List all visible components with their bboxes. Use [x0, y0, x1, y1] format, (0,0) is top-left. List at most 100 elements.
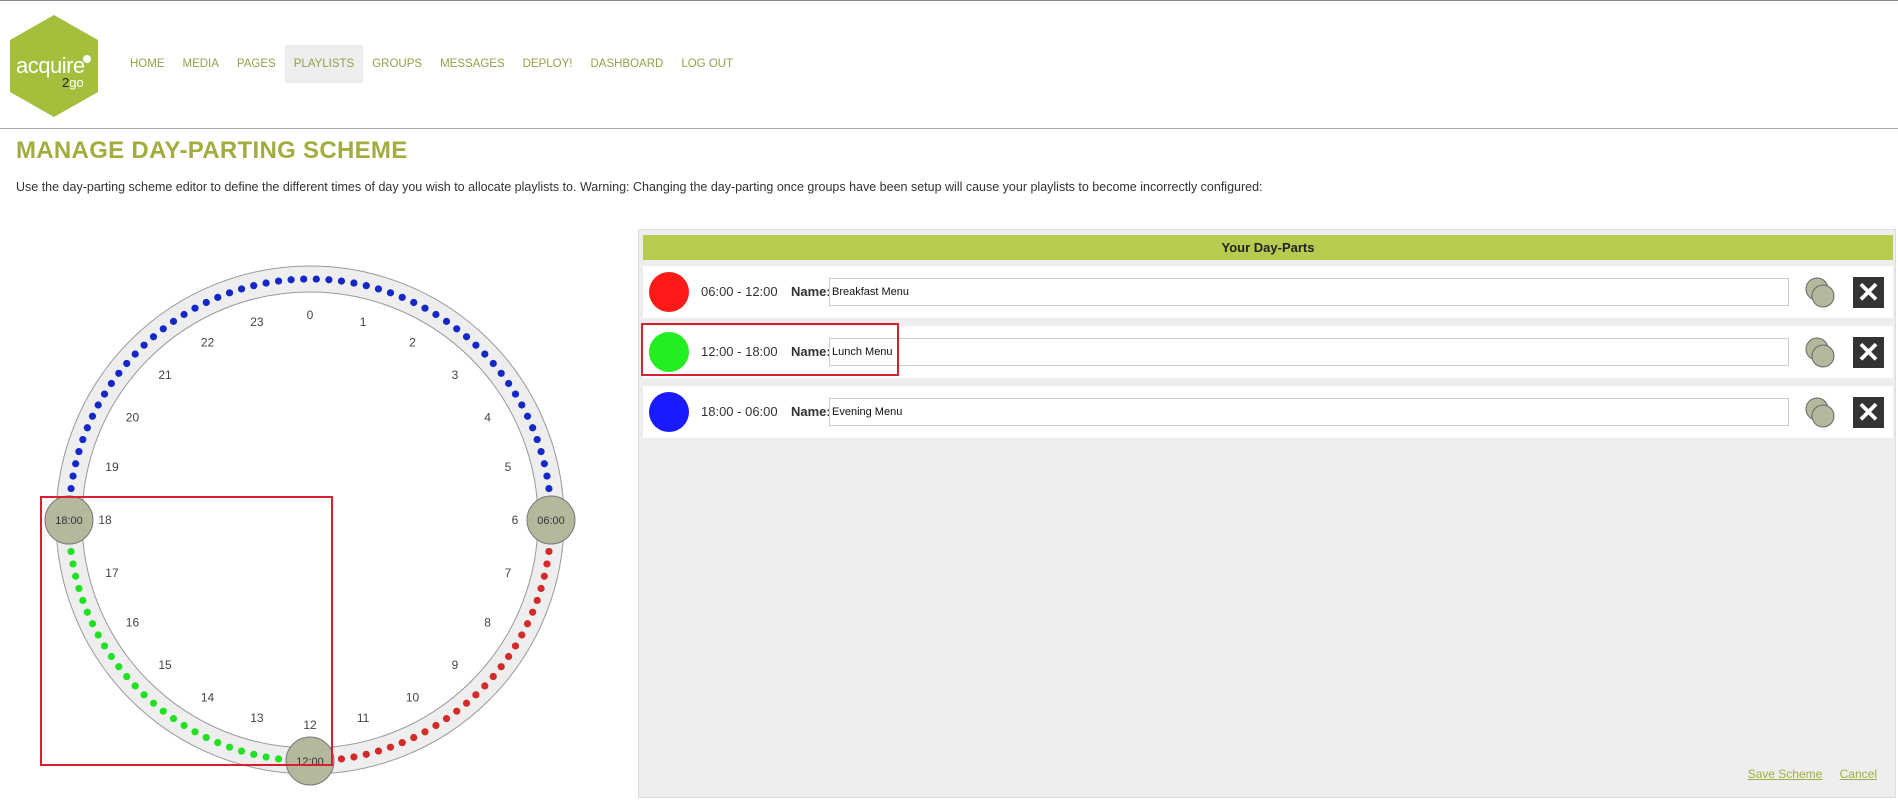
ring-dot	[374, 747, 383, 755]
day-part-name-input[interactable]	[829, 398, 1789, 426]
ring-dot	[374, 285, 383, 293]
day-part-time: 12:00 - 18:00	[701, 344, 778, 359]
name-label: Name:	[791, 284, 831, 299]
hour-label: 21	[158, 368, 172, 382]
ring-dot	[88, 412, 97, 420]
logo-sub-suffix: go	[69, 75, 84, 90]
day-part-name-input[interactable]	[829, 278, 1789, 306]
ring-dot	[149, 699, 158, 707]
ring-dot	[300, 275, 308, 283]
name-label: Name:	[791, 404, 831, 419]
delete-icon[interactable]: ✕	[1853, 337, 1884, 368]
ring-dot	[337, 755, 346, 763]
ring-dot	[518, 631, 526, 639]
ring-dot	[79, 596, 87, 605]
clock-dial: 0 123456789101112131415161718192021222306…	[44, 265, 576, 786]
ring-dot	[250, 750, 258, 758]
cancel-link[interactable]: Cancel	[1840, 767, 1877, 781]
ring-dot	[180, 310, 188, 319]
nav-deploy[interactable]: DEPLOY!	[514, 45, 582, 83]
ring-dot	[540, 460, 548, 468]
ring-dot	[481, 350, 489, 358]
hour-label: 12	[303, 718, 317, 732]
nav-logout[interactable]: LOG OUT	[672, 45, 742, 83]
ring-dot	[191, 728, 199, 736]
acquire2go-logo[interactable]: acquire 2go	[10, 15, 98, 117]
ring-dot	[511, 390, 520, 398]
clock-ring-inner	[81, 291, 539, 749]
ring-dot	[410, 298, 418, 307]
delete-icon[interactable]: ✕	[1853, 397, 1884, 428]
color-picker-icon[interactable]	[1803, 396, 1837, 430]
nav-media[interactable]: MEDIA	[174, 45, 228, 83]
ring-dot	[386, 743, 395, 751]
ring-dot	[497, 663, 505, 671]
ring-dot	[262, 753, 270, 761]
nav-dashboard[interactable]: DASHBOARD	[581, 45, 672, 83]
ring-dot	[159, 325, 167, 333]
ring-dot	[100, 642, 109, 650]
nav-home[interactable]: HOME	[121, 45, 174, 83]
day-part-color-dot	[649, 392, 689, 432]
color-picker-icon[interactable]	[1803, 276, 1837, 310]
ring-dot	[462, 333, 471, 341]
ring-dot	[274, 277, 283, 285]
ring-dot	[432, 721, 440, 730]
day-part-row: 18:00 - 06:00 Name: ✕	[643, 386, 1893, 438]
ring-dot	[94, 631, 102, 639]
ring-dot	[202, 298, 210, 307]
nav-pages[interactable]: PAGES	[228, 45, 285, 83]
ring-dot	[237, 285, 246, 293]
day-part-time: 18:00 - 06:00	[701, 404, 778, 419]
delete-icon[interactable]: ✕	[1853, 277, 1884, 308]
hour-label: 11	[357, 711, 370, 725]
ring-dot	[472, 691, 480, 699]
ring-dot	[545, 484, 553, 493]
ring-dot	[214, 739, 222, 747]
day-parting-clock: 0 1 2 3 4 5 6 7 8 9 10 11 12 13 14 15 16 17 18 19 20 21 22 23 06…	[40, 250, 580, 790]
ring-dot	[472, 341, 480, 349]
ring-dot	[67, 484, 75, 493]
day-part-color-dot	[649, 332, 689, 372]
ring-dot	[497, 369, 505, 377]
ring-dot	[398, 739, 406, 747]
ring-dot	[287, 276, 295, 284]
hour-label: 15	[158, 658, 172, 672]
ring-dot	[545, 547, 553, 556]
ring-dot	[540, 572, 548, 580]
ring-dot	[462, 699, 471, 707]
ring-dot	[362, 750, 370, 758]
ring-dot	[312, 275, 320, 283]
save-scheme-link[interactable]: Save Scheme	[1748, 767, 1823, 781]
nav-playlists[interactable]: PLAYLISTS	[284, 45, 364, 83]
ring-dot	[107, 652, 115, 661]
ring-dot	[69, 472, 77, 480]
ring-dot	[131, 350, 139, 358]
ring-dot	[75, 584, 83, 593]
ring-dot	[410, 733, 418, 742]
ring-dot	[453, 325, 461, 333]
time-handle-label: 18:00	[55, 515, 83, 527]
ring-dot	[274, 755, 283, 763]
ring-dot	[543, 472, 551, 480]
color-picker-icon[interactable]	[1803, 336, 1837, 370]
ring-dot	[362, 282, 370, 290]
ring-dot	[123, 672, 131, 681]
ring-dot	[131, 682, 139, 690]
day-part-name-input[interactable]	[829, 338, 1789, 366]
ring-dot	[140, 691, 148, 699]
hour-label: 18	[98, 513, 112, 527]
time-handle-label: 06:00	[537, 515, 565, 527]
ring-dot	[511, 642, 520, 650]
ring-dot	[83, 424, 91, 432]
hour-label: 13	[250, 711, 264, 725]
nav-messages[interactable]: MESSAGES	[431, 45, 514, 83]
ring-dot	[72, 460, 80, 468]
time-handle-label: 12:00	[296, 756, 324, 768]
ring-dot	[100, 390, 109, 398]
logo-dot-icon	[83, 55, 91, 63]
day-parts-panel: Your Day-Parts 06:00 - 12:00 Name: ✕ 12:…	[638, 229, 1896, 798]
ring-dot	[543, 560, 551, 568]
nav-groups[interactable]: GROUPS	[363, 45, 431, 83]
ring-dot	[159, 707, 167, 715]
